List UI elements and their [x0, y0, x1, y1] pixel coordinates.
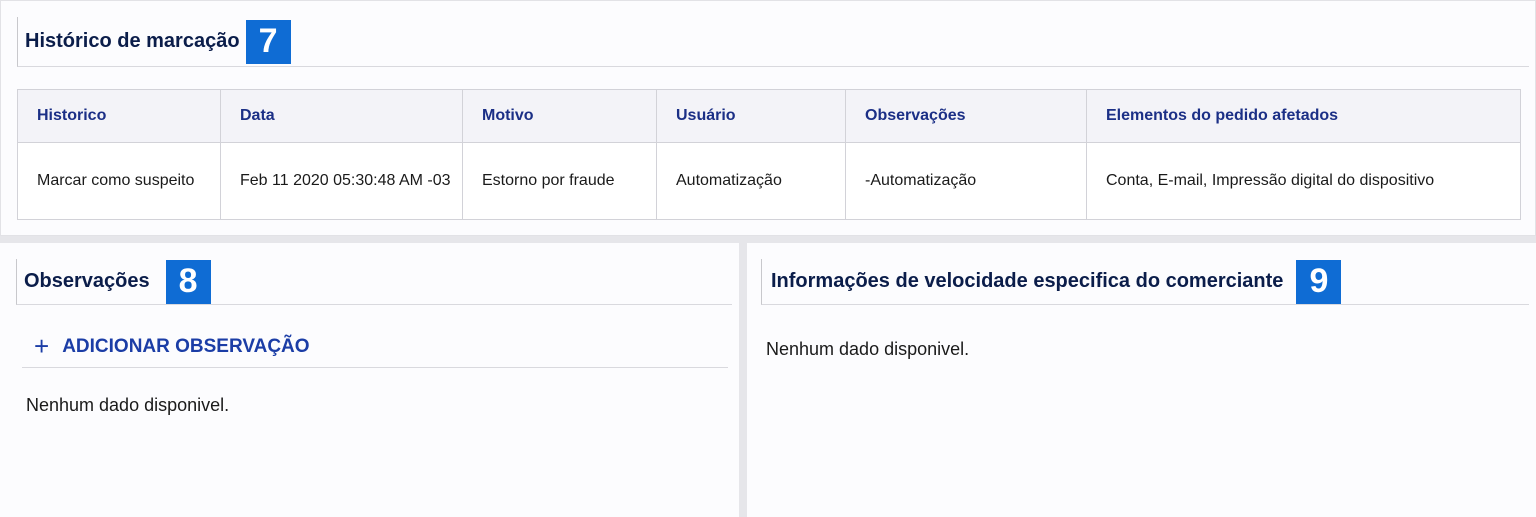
- column-header-usuario[interactable]: Usuário: [656, 89, 846, 143]
- add-observation-button[interactable]: + ADICIONAR OBSERVAÇÃO: [22, 330, 728, 368]
- table-row: Marcar como suspeito Feb 11 2020 05:30:4…: [17, 142, 1521, 220]
- history-badge: 7: [245, 19, 291, 64]
- observations-badge: 8: [165, 259, 211, 304]
- column-header-historico[interactable]: Historico: [17, 89, 221, 143]
- column-header-observacoes[interactable]: Observações: [845, 89, 1087, 143]
- history-table-header-row: Historico Data Motivo Usuário Observaçõe…: [17, 89, 1521, 143]
- observations-title: Observações: [24, 270, 150, 292]
- observations-panel: Observações 8 + ADICIONAR OBSERVAÇÃO Nen…: [0, 243, 739, 517]
- velocity-badge: 9: [1296, 259, 1342, 304]
- history-title: Histórico de marcação: [25, 30, 240, 52]
- cell-observacoes: -Automatização: [845, 142, 1087, 220]
- velocity-header: Informações de velocidade especifica do …: [761, 259, 1529, 305]
- cell-usuario: Automatização: [656, 142, 846, 220]
- velocity-empty-text: Nenhum dado disponivel.: [766, 339, 970, 359]
- column-header-elementos[interactable]: Elementos do pedido afetados: [1086, 89, 1521, 143]
- history-table: Historico Data Motivo Usuário Observaçõe…: [17, 89, 1521, 220]
- history-header: Histórico de marcação 7: [17, 17, 1529, 67]
- cell-historico: Marcar como suspeito: [17, 142, 221, 220]
- add-observation-label: ADICIONAR OBSERVAÇÃO: [62, 335, 310, 357]
- velocity-title: Informações de velocidade especifica do …: [771, 270, 1284, 292]
- observations-empty-text: Nenhum dado disponivel.: [26, 395, 230, 415]
- history-panel: Histórico de marcação 7 Historico Data M…: [0, 0, 1536, 236]
- column-header-data[interactable]: Data: [220, 89, 463, 143]
- column-header-motivo[interactable]: Motivo: [462, 89, 657, 143]
- cell-data: Feb 11 2020 05:30:48 AM -03: [220, 142, 463, 220]
- cell-motivo: Estorno por fraude: [462, 142, 657, 220]
- velocity-panel: Informações de velocidade especifica do …: [747, 243, 1536, 517]
- cell-elementos: Conta, E-mail, Impressão digital do disp…: [1086, 142, 1521, 220]
- observations-header: Observações 8: [16, 259, 732, 305]
- plus-icon: +: [34, 330, 50, 361]
